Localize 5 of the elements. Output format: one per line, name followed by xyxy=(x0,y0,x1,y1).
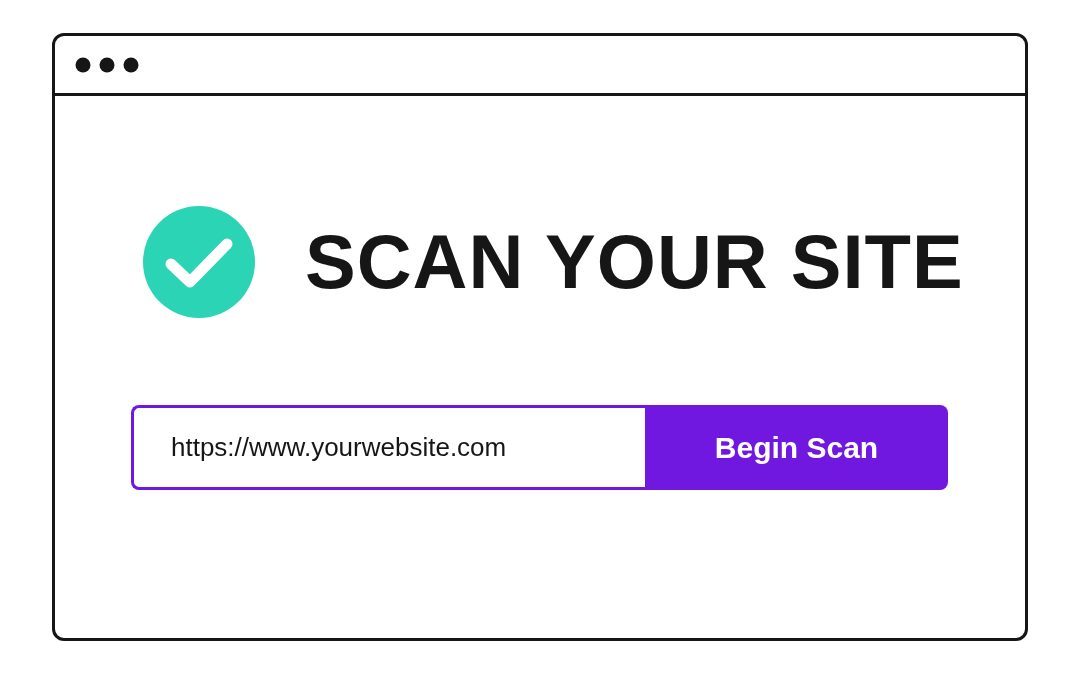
begin-scan-button[interactable]: Begin Scan xyxy=(645,405,948,490)
page-heading: SCAN YOUR SITE xyxy=(305,224,964,300)
url-field[interactable]: https://www.yourwebsite.com xyxy=(131,405,645,490)
window-dots-icon xyxy=(75,56,141,73)
check-icon xyxy=(143,206,255,318)
